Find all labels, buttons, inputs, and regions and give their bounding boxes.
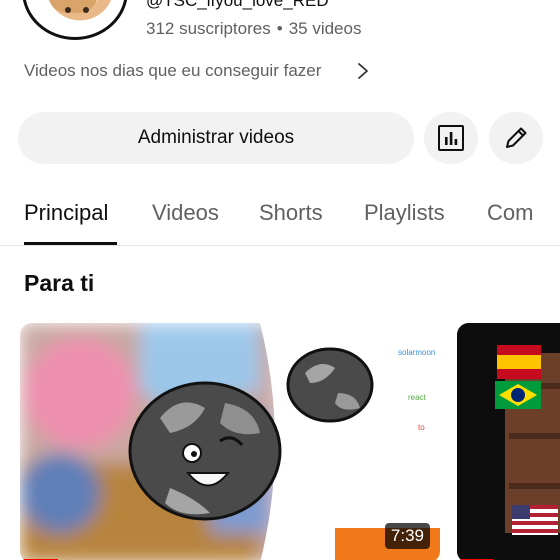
channel-handle: @TSC_ifyou_love_RED [146,0,329,10]
manage-videos-button[interactable]: Administrar videos [18,112,414,164]
chevron-right-icon[interactable] [356,62,370,80]
video-card[interactable] [457,323,560,560]
tab-shorts[interactable]: Shorts [259,200,323,226]
video-duration: 7:39 [384,523,430,549]
edit-channel-button[interactable] [489,112,543,164]
thumbnail-text: react [408,393,426,402]
thumbnail-text: solarmoon [398,348,436,357]
tab-videos[interactable]: Videos [152,200,219,226]
analytics-icon [438,125,464,151]
manage-videos-label: Administrar videos [137,127,295,148]
tab-playlists[interactable]: Playlists [364,200,445,226]
stats-separator: • [276,19,283,38]
channel-stats: 312 suscriptores • 35 videos [146,19,361,39]
section-title: Para ti [24,270,95,296]
video-thumbnail [457,323,560,560]
video-card[interactable]: solarmoon react to 7:39 [20,323,440,560]
active-tab-indicator [24,242,117,245]
subscriber-count: 312 suscriptores [146,19,271,38]
thumbnail-text: to [418,423,425,432]
tab-community[interactable]: Com [487,200,533,226]
channel-description[interactable]: Videos nos dias que eu conseguir fazer [24,61,321,81]
channel-tabs: Principal Videos Shorts Playlists Com [0,190,560,246]
channel-avatar[interactable] [22,0,128,40]
avatar-eye-left [65,7,71,13]
avatar-hair [49,0,97,13]
tab-principal[interactable]: Principal [24,200,108,226]
video-thumbnail [20,323,440,560]
pencil-icon [506,127,527,148]
video-count: 35 videos [288,19,362,38]
avatar-eye-right [83,7,89,13]
analytics-button[interactable] [424,112,478,164]
